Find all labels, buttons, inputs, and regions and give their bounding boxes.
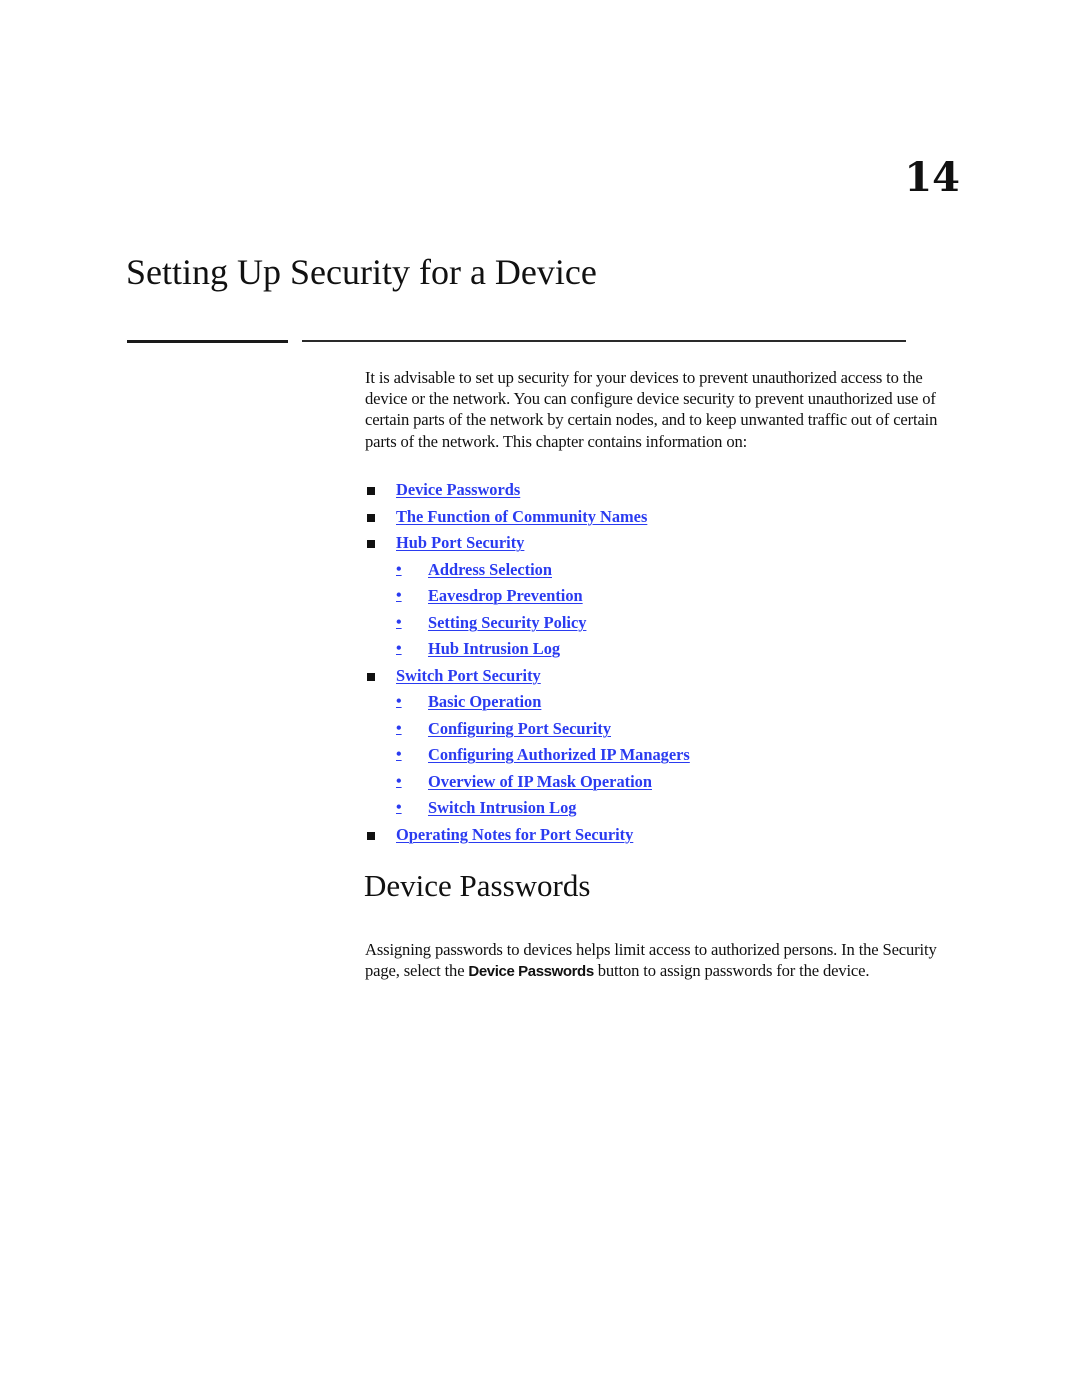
dot-bullet-icon[interactable]: • — [396, 689, 402, 716]
toc-link-address-selection[interactable]: Address Selection — [428, 557, 552, 584]
toc-link-hub-port-security[interactable]: Hub Port Security — [396, 530, 524, 557]
toc-link-authorized-ip-managers[interactable]: Configuring Authorized IP Managers — [428, 742, 690, 769]
section-text-after: button to assign passwords for the devic… — [593, 961, 870, 981]
title-rule-thin — [302, 340, 906, 342]
ui-term-device-passwords: Device Passwords — [468, 963, 594, 981]
dot-bullet-icon[interactable]: • — [396, 610, 402, 637]
square-bullet-icon — [367, 513, 375, 522]
toc-link-setting-security-policy[interactable]: Setting Security Policy — [428, 610, 586, 637]
dot-bullet-icon[interactable]: • — [396, 795, 402, 822]
toc-link-configuring-port-security[interactable]: Configuring Port Security — [428, 716, 611, 743]
toc-link-hub-intrusion-log[interactable]: Hub Intrusion Log — [428, 636, 560, 663]
dot-bullet-icon[interactable]: • — [396, 716, 402, 743]
toc-link-basic-operation[interactable]: Basic Operation — [428, 689, 541, 716]
dot-bullet-icon[interactable]: • — [396, 742, 402, 769]
toc-link-device-passwords[interactable]: Device Passwords — [396, 477, 520, 504]
chapter-number: 14 — [904, 154, 960, 201]
toc-link-community-names[interactable]: The Function of Community Names — [396, 504, 647, 531]
dot-bullet-icon[interactable]: • — [396, 557, 402, 584]
toc-link-switch-port-security[interactable]: Switch Port Security — [396, 663, 541, 690]
square-bullet-icon — [367, 831, 375, 840]
chapter-title: Setting Up Security for a Device — [126, 252, 597, 292]
square-bullet-icon — [367, 487, 375, 495]
toc-link-switch-intrusion-log[interactable]: Switch Intrusion Log — [428, 795, 576, 822]
title-rule-thick — [127, 340, 288, 343]
square-bullet-icon — [367, 540, 375, 548]
section-paragraph: Assigning passwords to devices helps lim… — [365, 939, 965, 982]
dot-bullet-icon[interactable]: • — [396, 769, 402, 796]
intro-paragraph: It is advisable to set up security for y… — [365, 368, 938, 451]
toc-link-eavesdrop-prevention[interactable]: Eavesdrop Prevention — [428, 583, 583, 610]
toc-link-ip-mask-operation[interactable]: Overview of IP Mask Operation — [428, 769, 652, 796]
dot-bullet-icon[interactable]: • — [396, 583, 402, 610]
toc-link-operating-notes[interactable]: Operating Notes for Port Security — [396, 822, 633, 849]
section-title: Device Passwords — [364, 868, 591, 903]
dot-bullet-icon[interactable]: • — [396, 636, 402, 663]
square-bullet-icon — [367, 672, 375, 681]
